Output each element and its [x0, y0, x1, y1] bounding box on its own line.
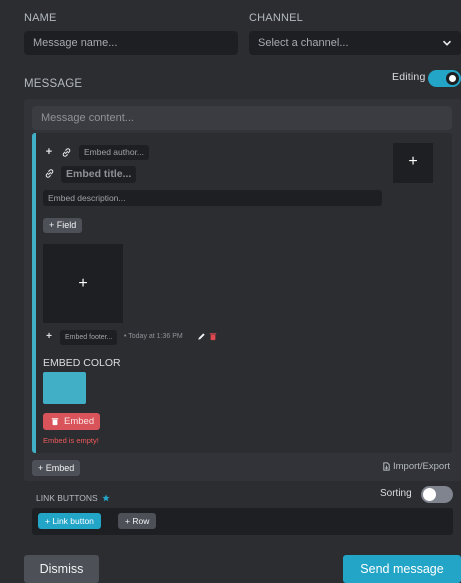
embed-color-swatch[interactable] — [43, 372, 86, 404]
embed-error-text: Embed is empty! — [43, 436, 99, 445]
image-plus-icon: + — [78, 275, 88, 292]
chevron-down-icon — [442, 40, 452, 46]
editing-toggle[interactable] — [428, 70, 461, 87]
add-link-button[interactable]: + Link button — [38, 513, 101, 529]
embed-author-input[interactable]: Embed author... — [79, 145, 150, 160]
add-embed-button[interactable]: + Embed — [32, 460, 81, 476]
thumbnail-plus-icon: + — [408, 153, 418, 170]
link-icon[interactable] — [44, 168, 55, 179]
embed-title-input[interactable]: Embed title... — [61, 166, 137, 183]
delete-embed-label: Embed — [64, 416, 95, 427]
channel-label: CHANNEL — [249, 12, 303, 24]
add-field-button[interactable]: + Field — [43, 218, 83, 233]
add-author-icon[interactable]: + — [43, 146, 55, 158]
sorting-toggle[interactable] — [421, 486, 453, 503]
add-row-button[interactable]: + Row — [118, 513, 157, 529]
thumbnail-upload[interactable]: + — [393, 143, 433, 183]
image-upload[interactable]: + — [43, 244, 123, 323]
message-label: MESSAGE — [24, 78, 83, 90]
channel-select[interactable]: Select a channel... — [249, 31, 461, 55]
file-import-icon — [383, 462, 390, 471]
import-export-label: Import/Export — [393, 461, 451, 472]
sorting-label: Sorting — [380, 488, 412, 499]
embed-description-input[interactable]: Embed description... — [43, 190, 382, 206]
pencil-icon[interactable] — [197, 332, 206, 341]
footer-timestamp[interactable]: • Today at 1:36 PM — [124, 333, 183, 340]
add-footer-icon[interactable]: + — [43, 331, 55, 343]
editing-toggle-knob — [446, 72, 459, 85]
link-buttons-label-text: LINK BUTTONS — [36, 493, 98, 503]
send-message-button[interactable]: Send message — [343, 555, 461, 583]
link-icon[interactable] — [61, 147, 72, 158]
name-label: NAME — [24, 12, 57, 24]
trash-icon — [51, 418, 59, 426]
embed-color-label: EMBED COLOR — [43, 357, 121, 369]
trash-icon[interactable] — [209, 332, 217, 341]
sorting-toggle-knob — [423, 488, 436, 501]
dismiss-button[interactable]: Dismiss — [24, 555, 99, 583]
editing-label: Editing — [392, 71, 426, 83]
star-icon — [102, 494, 110, 502]
delete-embed-button[interactable]: Embed — [43, 413, 100, 430]
embed-footer-input[interactable]: Embed footer... — [60, 330, 118, 345]
message-content-input[interactable]: Message content... — [32, 106, 452, 130]
channel-select-value: Select a channel... — [258, 37, 349, 49]
import-export-button[interactable]: Import/Export — [382, 461, 450, 472]
link-buttons-label: LINK BUTTONS — [36, 493, 110, 503]
message-name-input[interactable]: Message name... — [24, 31, 238, 55]
